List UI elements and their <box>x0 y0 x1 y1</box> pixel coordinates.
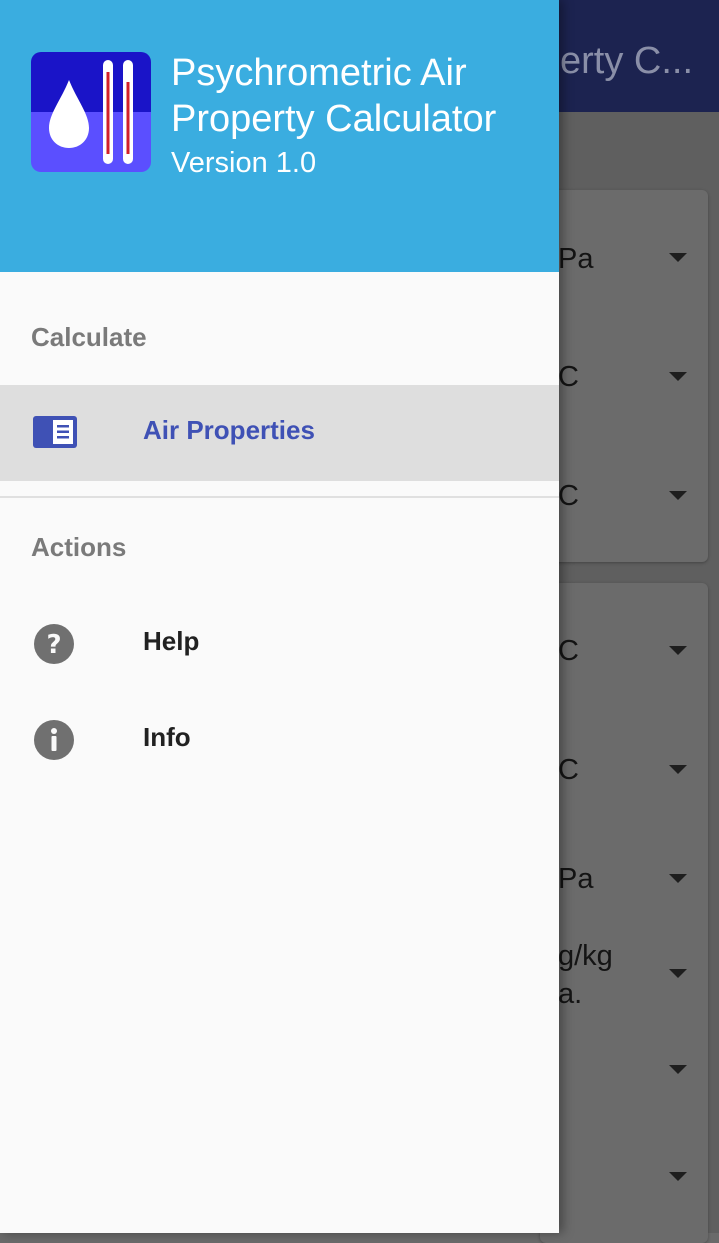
background-app-title: erty C... <box>560 40 694 82</box>
chevron-down-icon <box>669 765 687 774</box>
nav-item-help[interactable]: ? Help <box>0 596 559 692</box>
navigation-drawer: Psychrometric Air Property Calculator Ve… <box>0 0 559 1233</box>
drawer-header: Psychrometric Air Property Calculator Ve… <box>0 0 559 272</box>
app-version: Version 1.0 <box>171 147 317 179</box>
chevron-down-icon <box>669 646 687 655</box>
nav-item-label: Air Properties <box>143 415 315 445</box>
info-circle-icon <box>33 719 77 760</box>
nav-item-label: Info <box>143 722 191 752</box>
chevron-down-icon <box>669 1065 687 1074</box>
section-label-calculate: Calculate <box>31 322 147 352</box>
chevron-down-icon <box>669 253 687 262</box>
app-title: Psychrometric Air Property Calculator <box>171 52 497 140</box>
chevron-down-icon <box>669 491 687 500</box>
chevron-down-icon <box>669 969 687 978</box>
chevron-down-icon <box>669 1172 687 1181</box>
help-circle-icon: ? <box>33 623 77 664</box>
list-panel-icon <box>33 414 77 454</box>
nav-item-info[interactable]: Info <box>0 692 559 788</box>
chevron-down-icon <box>669 372 687 381</box>
chevron-down-icon <box>669 874 687 883</box>
section-divider <box>0 496 559 498</box>
droplet-thermometer-icon <box>31 52 151 172</box>
nav-item-air-properties[interactable]: Air Properties <box>0 385 559 481</box>
nav-item-label: Help <box>143 626 200 656</box>
svg-text:?: ? <box>46 630 61 660</box>
section-label-actions: Actions <box>31 532 127 562</box>
background-card-2 <box>540 583 708 1243</box>
